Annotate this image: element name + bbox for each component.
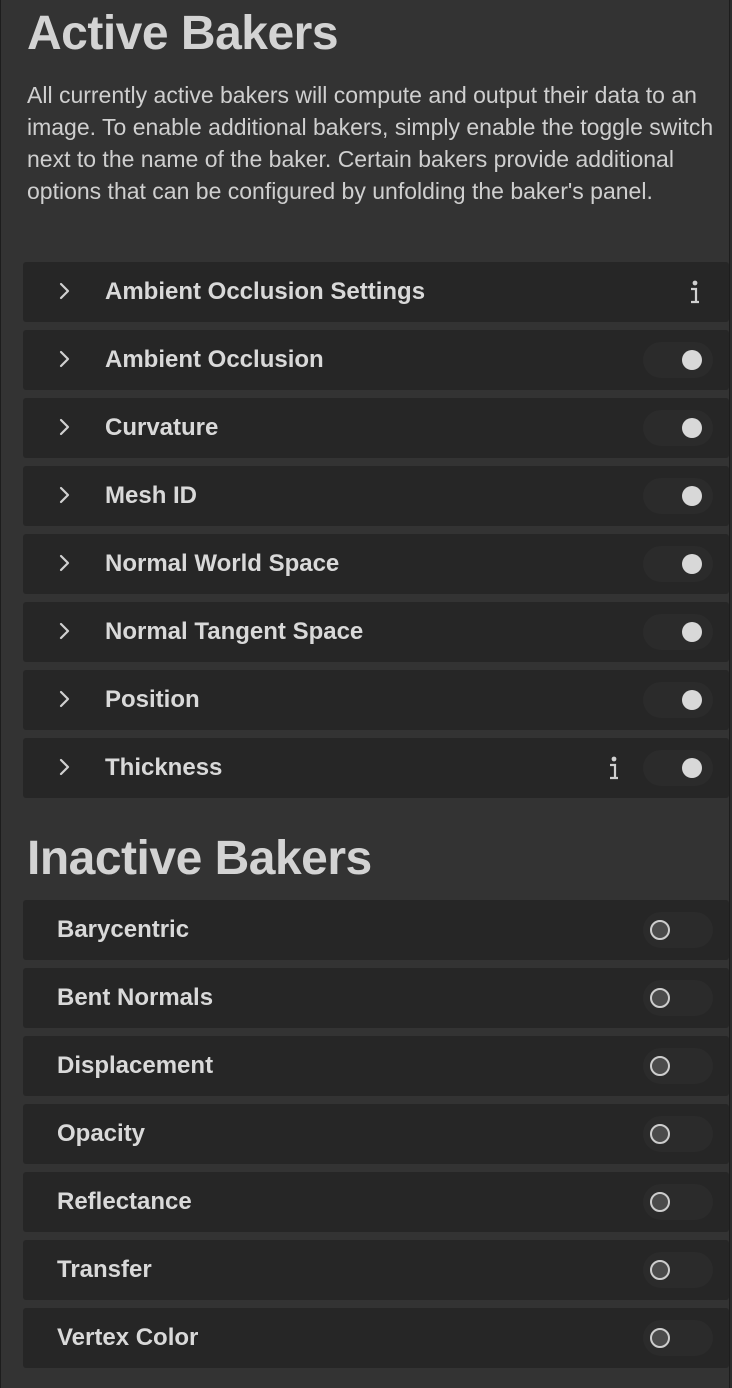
baker-row-displacement[interactable]: Displacement <box>23 1036 729 1096</box>
active-bakers-description: All currently active bakers will compute… <box>27 82 714 204</box>
toggle-knob <box>682 350 702 370</box>
bakers-panel: Active Bakers All currently active baker… <box>0 0 730 1388</box>
baker-row-position[interactable]: Position <box>23 670 729 730</box>
baker-label: Thickness <box>105 754 223 781</box>
chevron-right-icon[interactable] <box>57 551 73 575</box>
baker-label: Mesh ID <box>105 482 198 509</box>
toggle-knob <box>682 486 702 506</box>
toggle-knob <box>682 622 702 642</box>
toggle-knob <box>650 920 670 940</box>
baker-row-barycentric[interactable]: Barycentric <box>23 900 729 960</box>
baker-label: Ambient Occlusion Settings <box>105 278 426 305</box>
baker-row-mesh-id[interactable]: Mesh ID <box>23 466 729 526</box>
toggle-knob <box>682 758 702 778</box>
toggle-knob <box>650 1124 670 1144</box>
chevron-right-icon[interactable] <box>57 687 73 711</box>
baker-label: Normal World Space <box>105 550 340 577</box>
chevron-right-icon[interactable] <box>57 483 73 507</box>
baker-toggle[interactable] <box>643 342 713 378</box>
baker-label: Curvature <box>105 414 219 441</box>
baker-label: Opacity <box>57 1120 146 1147</box>
chevron-right-icon[interactable] <box>57 755 73 779</box>
active-bakers-heading: Active Bakers <box>27 7 339 60</box>
chevron-right-icon[interactable] <box>57 279 73 303</box>
baker-row-ambient-occlusion[interactable]: Ambient Occlusion <box>23 330 729 390</box>
baker-toggle[interactable] <box>643 1320 713 1356</box>
inactive-bakers-list: Barycentric Bent Normals Displacement Op… <box>23 900 729 1376</box>
baker-toggle[interactable] <box>643 912 713 948</box>
baker-row-transfer[interactable]: Transfer <box>23 1240 729 1300</box>
baker-label: Reflectance <box>57 1188 192 1215</box>
baker-toggle[interactable] <box>643 478 713 514</box>
toggle-knob <box>682 690 702 710</box>
baker-toggle[interactable] <box>643 546 713 582</box>
baker-label: Normal Tangent Space <box>105 618 364 645</box>
baker-label: Bent Normals <box>57 984 214 1011</box>
baker-row-opacity[interactable]: Opacity <box>23 1104 729 1164</box>
baker-label: Position <box>105 686 200 713</box>
baker-row-normal-tangent-space[interactable]: Normal Tangent Space <box>23 602 729 662</box>
toggle-knob <box>650 988 670 1008</box>
info-icon[interactable] <box>604 752 624 784</box>
baker-row-vertex-color[interactable]: Vertex Color <box>23 1308 729 1368</box>
baker-row-thickness[interactable]: Thickness <box>23 738 729 798</box>
active-bakers-list: Ambient Occlusion Settings Ambient Occlu… <box>23 262 729 806</box>
baker-toggle[interactable] <box>643 1252 713 1288</box>
baker-toggle[interactable] <box>643 682 713 718</box>
baker-row-ambient-occlusion-settings[interactable]: Ambient Occlusion Settings <box>23 262 729 322</box>
toggle-knob <box>650 1056 670 1076</box>
baker-row-curvature[interactable]: Curvature <box>23 398 729 458</box>
baker-toggle[interactable] <box>643 750 713 786</box>
baker-toggle[interactable] <box>643 614 713 650</box>
baker-label: Barycentric <box>57 916 190 943</box>
toggle-knob <box>682 554 702 574</box>
baker-row-bent-normals[interactable]: Bent Normals <box>23 968 729 1028</box>
chevron-right-icon[interactable] <box>57 415 73 439</box>
baker-toggle[interactable] <box>643 1048 713 1084</box>
baker-row-normal-world-space[interactable]: Normal World Space <box>23 534 729 594</box>
toggle-knob <box>650 1328 670 1348</box>
baker-toggle[interactable] <box>643 980 713 1016</box>
baker-label: Displacement <box>57 1052 214 1079</box>
chevron-right-icon[interactable] <box>57 347 73 371</box>
toggle-knob <box>650 1192 670 1212</box>
baker-label: Transfer <box>57 1256 152 1283</box>
chevron-right-icon[interactable] <box>57 619 73 643</box>
toggle-knob <box>650 1260 670 1280</box>
baker-toggle[interactable] <box>643 1184 713 1220</box>
inactive-bakers-heading: Inactive Bakers <box>27 832 372 885</box>
baker-toggle[interactable] <box>643 1116 713 1152</box>
toggle-knob <box>682 418 702 438</box>
baker-row-reflectance[interactable]: Reflectance <box>23 1172 729 1232</box>
baker-toggle[interactable] <box>643 410 713 446</box>
baker-label: Vertex Color <box>57 1324 199 1351</box>
baker-label: Ambient Occlusion <box>105 346 324 373</box>
info-icon[interactable] <box>685 276 705 308</box>
